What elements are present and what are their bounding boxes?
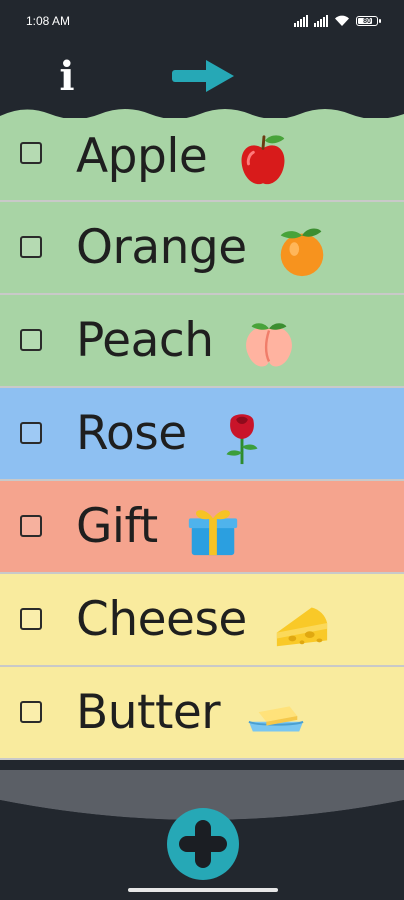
item-checkbox[interactable]: [20, 515, 42, 537]
item-checkbox[interactable]: [20, 329, 42, 351]
item-list: Apple Orange Peach Rose Gift Cheese Butt…: [0, 118, 404, 760]
list-item[interactable]: Gift: [0, 481, 404, 574]
signal-icon: [314, 15, 328, 27]
list-item[interactable]: Orange: [0, 202, 404, 295]
peach-emoji: [246, 322, 292, 366]
item-label: Rose: [76, 406, 187, 461]
signal-icon: [294, 15, 308, 27]
info-button[interactable]: i: [52, 54, 82, 100]
rose-emoji: [226, 413, 258, 464]
list-item[interactable]: Apple: [0, 118, 404, 202]
list-item[interactable]: Rose: [0, 388, 404, 481]
status-bar: 1:08 AM 80: [0, 0, 404, 44]
wifi-icon: [335, 15, 349, 26]
item-label: Butter: [76, 685, 221, 740]
item-checkbox[interactable]: [20, 701, 42, 723]
cheese-emoji: [277, 607, 328, 646]
list-item[interactable]: Butter: [0, 667, 404, 760]
arrow-right-icon[interactable]: [168, 56, 238, 96]
orange-emoji: [280, 227, 324, 276]
item-label: Cheese: [76, 592, 247, 647]
battery-icon: 80: [356, 16, 381, 26]
gift-emoji: [188, 509, 238, 555]
item-label: Gift: [76, 499, 158, 554]
item-label: Apple: [76, 129, 208, 184]
apple-emoji: [241, 134, 285, 184]
item-checkbox[interactable]: [20, 236, 42, 258]
item-checkbox[interactable]: [20, 608, 42, 630]
info-icon: i: [59, 53, 75, 100]
item-checkbox[interactable]: [20, 142, 42, 164]
item-checkbox[interactable]: [20, 422, 42, 444]
status-icons: 80: [294, 12, 381, 30]
battery-level: 80: [363, 17, 371, 25]
item-label: Peach: [76, 313, 214, 368]
butter-emoji: [248, 705, 304, 731]
list-item[interactable]: Peach: [0, 295, 404, 388]
status-time: 1:08 AM: [26, 14, 71, 28]
item-label: Orange: [76, 220, 247, 275]
list-item[interactable]: Cheese: [0, 574, 404, 667]
home-indicator[interactable]: [128, 888, 278, 892]
add-item-button[interactable]: [167, 808, 239, 880]
